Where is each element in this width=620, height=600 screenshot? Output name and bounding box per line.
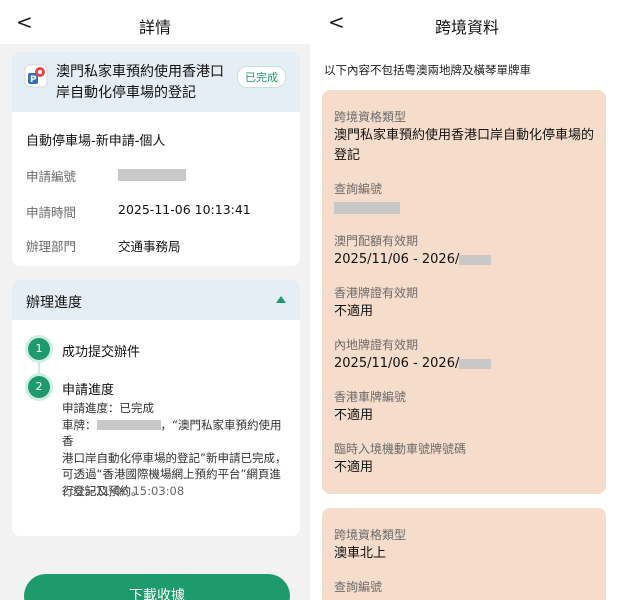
field-value: 2025/11/06 - 2026/: [334, 250, 594, 270]
date-range: 2025/11/06 - 2026/: [334, 252, 460, 267]
progress-card: 辦理進度 1 成功提交辦件 2 申請進度 申請進度：已完成 車牌： ，“澳門私家車…: [12, 280, 300, 536]
field-label: 內地牌證有效期: [334, 338, 419, 352]
step-number: 1: [28, 338, 50, 360]
cross-border-header: < 跨境資料: [314, 0, 620, 44]
field-label: 查詢編號: [334, 580, 383, 594]
plate-label: 車牌：: [62, 417, 97, 432]
download-receipt-button[interactable]: 下載收據: [24, 574, 290, 600]
redacted-value: [118, 168, 186, 181]
application-title: 澳門私家車預約使用香港口岸自動化停車場的登記: [56, 64, 224, 101]
step-detail-line: 港口岸自動化停車場的登記”新申請已完成，: [62, 450, 287, 465]
step-title: 申請進度: [62, 383, 115, 398]
field-value: 交通事務局: [118, 239, 181, 254]
step-detail-line: 申請進度：已完成: [62, 401, 154, 415]
step-timestamp: 2025-11-06 15:03:08: [62, 484, 185, 498]
redacted-value: [334, 201, 400, 214]
page-title: 跨境資料: [434, 18, 499, 37]
step-connector: [38, 360, 40, 374]
field-label: 香港車牌編號: [334, 390, 407, 404]
field-label: 臨時入境機動車號牌號碼: [334, 442, 467, 456]
field-label: 辦理部門: [26, 239, 77, 254]
step-detail-line: 車牌： ，“澳門私家車預約使用香: [62, 417, 287, 450]
field-value: 澳車北上: [334, 546, 387, 561]
step-detail-line: 可透過“香港國際機場網上預約平台”網頁進: [62, 467, 281, 481]
redacted-value: [459, 358, 492, 369]
progress-header[interactable]: 辦理進度: [12, 280, 300, 320]
cross-border-card: 跨境資格類型 澳門私家車預約使用香港口岸自動化停車場的登記 查詢編號 澳門配額有…: [322, 90, 606, 494]
cross-border-card: 跨境資格類型 澳車北上 查詢編號: [322, 508, 606, 600]
step-title: 成功提交辦件: [62, 345, 141, 360]
application-type: 自動停車場-新申請-個人: [26, 134, 166, 149]
field-value: 2025-11-06 10:13:41: [118, 202, 251, 217]
svg-text:P: P: [30, 75, 37, 85]
field-label: 申請時間: [26, 205, 77, 220]
field-label: 澳門配額有效期: [334, 234, 419, 248]
field-value: 澳門私家車預約使用香港口岸自動化停車場的登記: [334, 128, 595, 163]
collapse-caret-icon[interactable]: [276, 296, 286, 303]
application-card: P 澳門私家車預約使用香港口岸自動化停車場的登記 已完成 自動停車場-新申請-個…: [12, 52, 300, 266]
field-label: 申請編號: [26, 169, 77, 184]
field-value: [118, 166, 186, 181]
cross-border-screen: < 跨境資料 以下內容不包括粵澳兩地牌及橫琴單牌車 跨境資格類型 澳門私家車預約…: [314, 0, 620, 600]
application-card-header: P 澳門私家車預約使用香港口岸自動化停車場的登記 已完成: [12, 52, 300, 112]
detail-header: < 詳情: [0, 0, 310, 44]
parking-app-icon: P: [24, 64, 48, 88]
redacted-plate: [96, 420, 161, 430]
status-badge: 已完成: [237, 66, 286, 88]
field-label: 查詢編號: [334, 182, 383, 196]
date-range: 2025/11/06 - 2026/: [334, 356, 460, 371]
field-value: 2025/11/06 - 2026/: [334, 354, 594, 374]
field-value: 不適用: [334, 460, 374, 475]
field-value: 不適用: [334, 304, 374, 319]
field-value: 不適用: [334, 408, 374, 423]
detail-screen: < 詳情 P 澳門私家車預約使用香港口岸自動化停車場的登記 已完成 自動停車場-…: [0, 0, 310, 600]
notice-text: 以下內容不包括粵澳兩地牌及橫琴單牌車: [324, 63, 531, 77]
step-number: 2: [28, 376, 50, 398]
field-label: 跨境資格類型: [334, 110, 407, 124]
field-label: 跨境資格類型: [334, 528, 407, 542]
field-value: [334, 198, 594, 218]
page-title: 詳情: [138, 18, 171, 37]
field-label: 香港牌證有效期: [334, 286, 419, 300]
progress-title: 辦理進度: [26, 295, 82, 311]
redacted-value: [459, 254, 492, 265]
